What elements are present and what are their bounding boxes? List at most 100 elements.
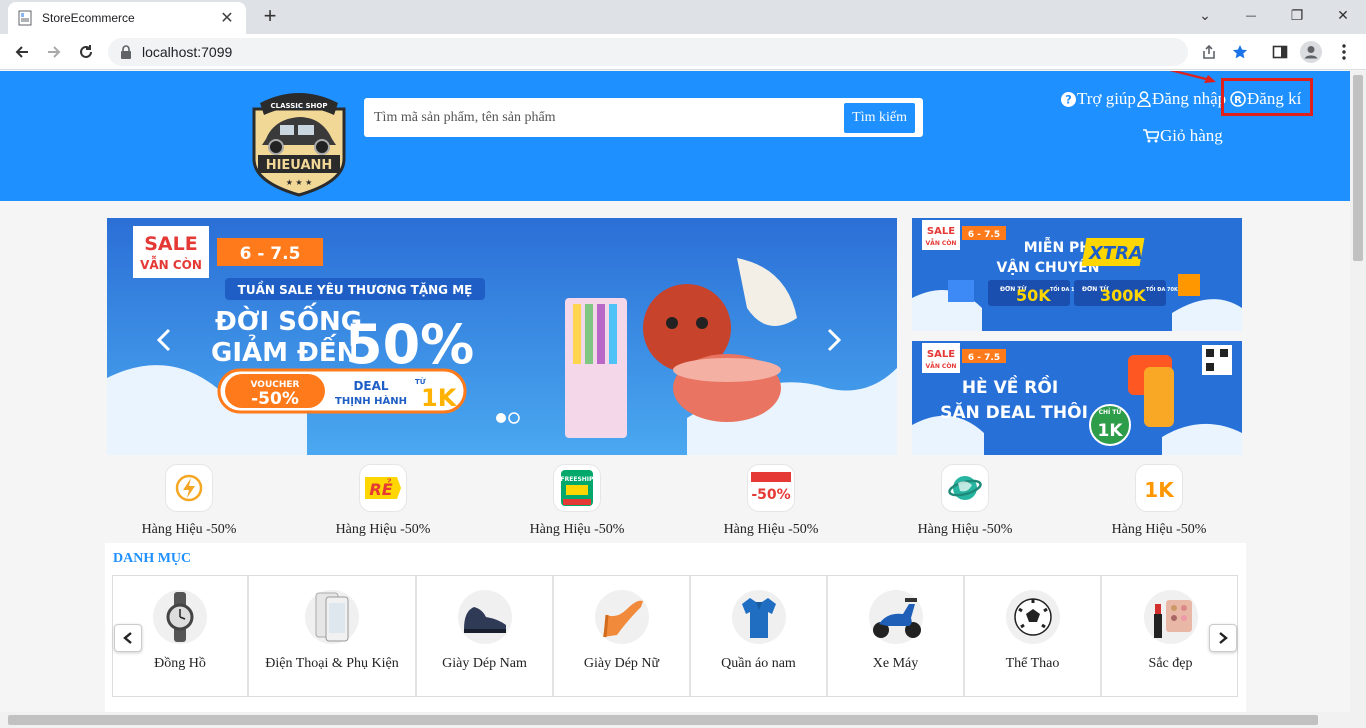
login-link[interactable]: Đăng nhập	[1137, 89, 1226, 109]
promo-label: Hàng Hiệu -50%	[1111, 522, 1207, 537]
main-deal-sub: THỊNH HÀNH	[335, 394, 407, 407]
vertical-scroll-thumb[interactable]	[1353, 75, 1363, 261]
user-icon	[1137, 91, 1151, 107]
search-input[interactable]	[374, 109, 845, 126]
scooter-icon	[868, 590, 923, 644]
cart-link[interactable]: Giỏ hàng	[1143, 126, 1223, 146]
forward-arrow-icon	[48, 46, 61, 58]
search-bar: Tìm kiếm	[364, 98, 923, 137]
svg-text:RẺ: RẺ	[369, 478, 392, 499]
main-banner[interactable]: SALE VẪN CÒN 6 - 7.5 TUẦN SALE YÊU THƯƠN…	[107, 218, 897, 455]
side1-date: 6 - 7.5	[968, 230, 1000, 240]
browser-tabstrip: StoreEcommerce ✕ + ⌄ — ❐ ✕	[0, 0, 1366, 34]
side-panel-button[interactable]	[1268, 40, 1292, 64]
category-prev-button[interactable]	[114, 624, 142, 652]
category-label: Điện Thoại & Phụ Kiện	[265, 656, 399, 671]
search-button[interactable]: Tìm kiếm	[844, 102, 915, 133]
side1-chip1-value: 50K	[1016, 286, 1051, 305]
menu-button[interactable]	[1332, 40, 1356, 64]
back-button[interactable]	[10, 40, 34, 64]
category-next-button[interactable]	[1209, 624, 1237, 652]
logo-top-text: CLASSIC SHOP	[271, 102, 328, 110]
vertical-scrollbar[interactable]	[1350, 71, 1366, 712]
chevron-left-icon	[123, 632, 132, 644]
category-item[interactable]: Xe Máy	[828, 576, 965, 696]
register-highlight-box	[1221, 78, 1313, 116]
share-button[interactable]	[1197, 40, 1221, 64]
forward-button[interactable]	[42, 40, 66, 64]
cart-label: Giỏ hàng	[1160, 126, 1223, 145]
promo-item[interactable]: -50% Hàng Hiệu -50%	[689, 464, 853, 538]
question-circle-icon: ?	[1061, 91, 1076, 107]
main-sale-badge-1: SALE	[144, 233, 197, 255]
side-banner-freeship[interactable]: SALE VẪN CÒN 6 - 7.5 MIỄN PHÍ VẬN CHUYỂN…	[912, 218, 1242, 331]
soccer-ball-icon	[1005, 590, 1060, 644]
horizontal-scrollbar[interactable]	[0, 712, 1366, 728]
svg-text:FREESHIP: FREESHIP	[561, 476, 594, 483]
main-deal-value: 1K	[421, 384, 458, 412]
help-link[interactable]: ? Trợ giúp	[1061, 89, 1136, 109]
main-headline-2: GIẢM ĐẾN	[211, 333, 358, 368]
back-arrow-icon	[15, 46, 28, 58]
main-sale-badge-2: VẪN CÒN	[140, 256, 202, 272]
side-banner-summer-deal[interactable]: SALE VẪN CÒN 6 - 7.5 HÈ VỀ RỒI SĂN DEAL …	[912, 341, 1242, 455]
help-label: Trợ giúp	[1077, 89, 1136, 108]
1k-icon: 1K	[1135, 464, 1183, 512]
profile-button[interactable]	[1299, 40, 1323, 64]
main-voucher-value: -50%	[251, 389, 299, 409]
category-label: Giày Dép Nam	[442, 656, 527, 671]
promo-item[interactable]: RẺ Hàng Hiệu -50%	[301, 464, 465, 538]
shop-logo[interactable]: CLASSIC SHOP HIEUANH ★ ★ ★	[244, 87, 354, 197]
side2-line2: SĂN DEAL THÔI	[940, 401, 1088, 423]
tab-close-icon[interactable]: ✕	[218, 8, 236, 28]
categories-section: DANH MỤC Đồng Hồ Điện Thoại & Phụ Kiện G…	[105, 543, 1246, 712]
side2-date: 6 - 7.5	[968, 353, 1000, 363]
horizontal-scroll-thumb[interactable]	[8, 715, 1318, 725]
reload-button[interactable]	[74, 40, 98, 64]
promo-item[interactable]: FREESHIP Hàng Hiệu -50%	[495, 464, 659, 538]
url-text: localhost:7099	[142, 44, 233, 60]
kebab-menu-icon	[1342, 44, 1346, 60]
reload-icon	[80, 45, 92, 58]
category-label: Sắc đẹp	[1148, 656, 1193, 671]
promo-item[interactable]: Hàng Hiệu -50%	[107, 464, 271, 538]
svg-text:1K: 1K	[1144, 478, 1175, 502]
carousel-dot-active[interactable]	[496, 413, 506, 423]
category-item[interactable]: Quần áo nam	[691, 576, 828, 696]
category-label: Giày Dép Nữ	[583, 656, 660, 671]
high-heel-icon	[594, 590, 649, 644]
close-window-button[interactable]: ✕	[1320, 4, 1366, 28]
promo-item[interactable]: 1K Hàng Hiệu -50%	[1077, 464, 1241, 538]
category-item[interactable]: Giày Dép Nữ	[554, 576, 691, 696]
global-icon	[941, 464, 989, 512]
browser-tab[interactable]: StoreEcommerce ✕	[8, 2, 246, 34]
svg-text:-50%: -50%	[751, 487, 790, 503]
promo-row: Hàng Hiệu -50% RẺ Hàng Hiệu -50% FREESHI…	[107, 464, 1242, 542]
freeship-icon: FREESHIP	[553, 464, 601, 512]
category-item[interactable]: Giày Dép Nam	[417, 576, 554, 696]
minimize-button[interactable]: —	[1228, 4, 1274, 28]
promo-label: Hàng Hiệu -50%	[917, 522, 1013, 537]
promo-label: Hàng Hiệu -50%	[141, 522, 237, 537]
category-carousel: Đồng Hồ Điện Thoại & Phụ Kiện Giày Dép N…	[112, 575, 1238, 697]
restore-button[interactable]: ❐	[1274, 4, 1320, 28]
main-percent: 50%	[345, 313, 474, 376]
category-item[interactable]: Thể Thao	[965, 576, 1102, 696]
new-tab-button[interactable]: +	[259, 5, 281, 27]
cosmetics-icon	[1143, 590, 1198, 644]
tab-search-button[interactable]: ⌄	[1182, 4, 1228, 28]
chevron-right-icon	[1219, 632, 1228, 644]
site-header: CLASSIC SHOP HIEUANH ★ ★ ★ Tìm kiếm ? Tr…	[0, 71, 1350, 201]
mens-shoe-icon	[457, 590, 512, 644]
logo-name-text: HIEUANH	[266, 158, 333, 173]
page-viewport: CLASSIC SHOP HIEUANH ★ ★ ★ Tìm kiếm ? Tr…	[0, 71, 1350, 712]
categories-title: DANH MỤC	[113, 551, 192, 566]
address-bar[interactable]: localhost:7099	[108, 38, 1188, 66]
lock-icon	[121, 45, 131, 59]
promo-item[interactable]: Hàng Hiệu -50%	[883, 464, 1047, 538]
brand-discount-icon: -50%	[747, 464, 795, 512]
svg-text:★ ★ ★: ★ ★ ★	[286, 178, 313, 187]
category-label: Đồng Hồ	[154, 656, 206, 671]
category-item[interactable]: Điện Thoại & Phụ Kiện	[249, 576, 417, 696]
bookmark-button[interactable]	[1228, 40, 1252, 64]
